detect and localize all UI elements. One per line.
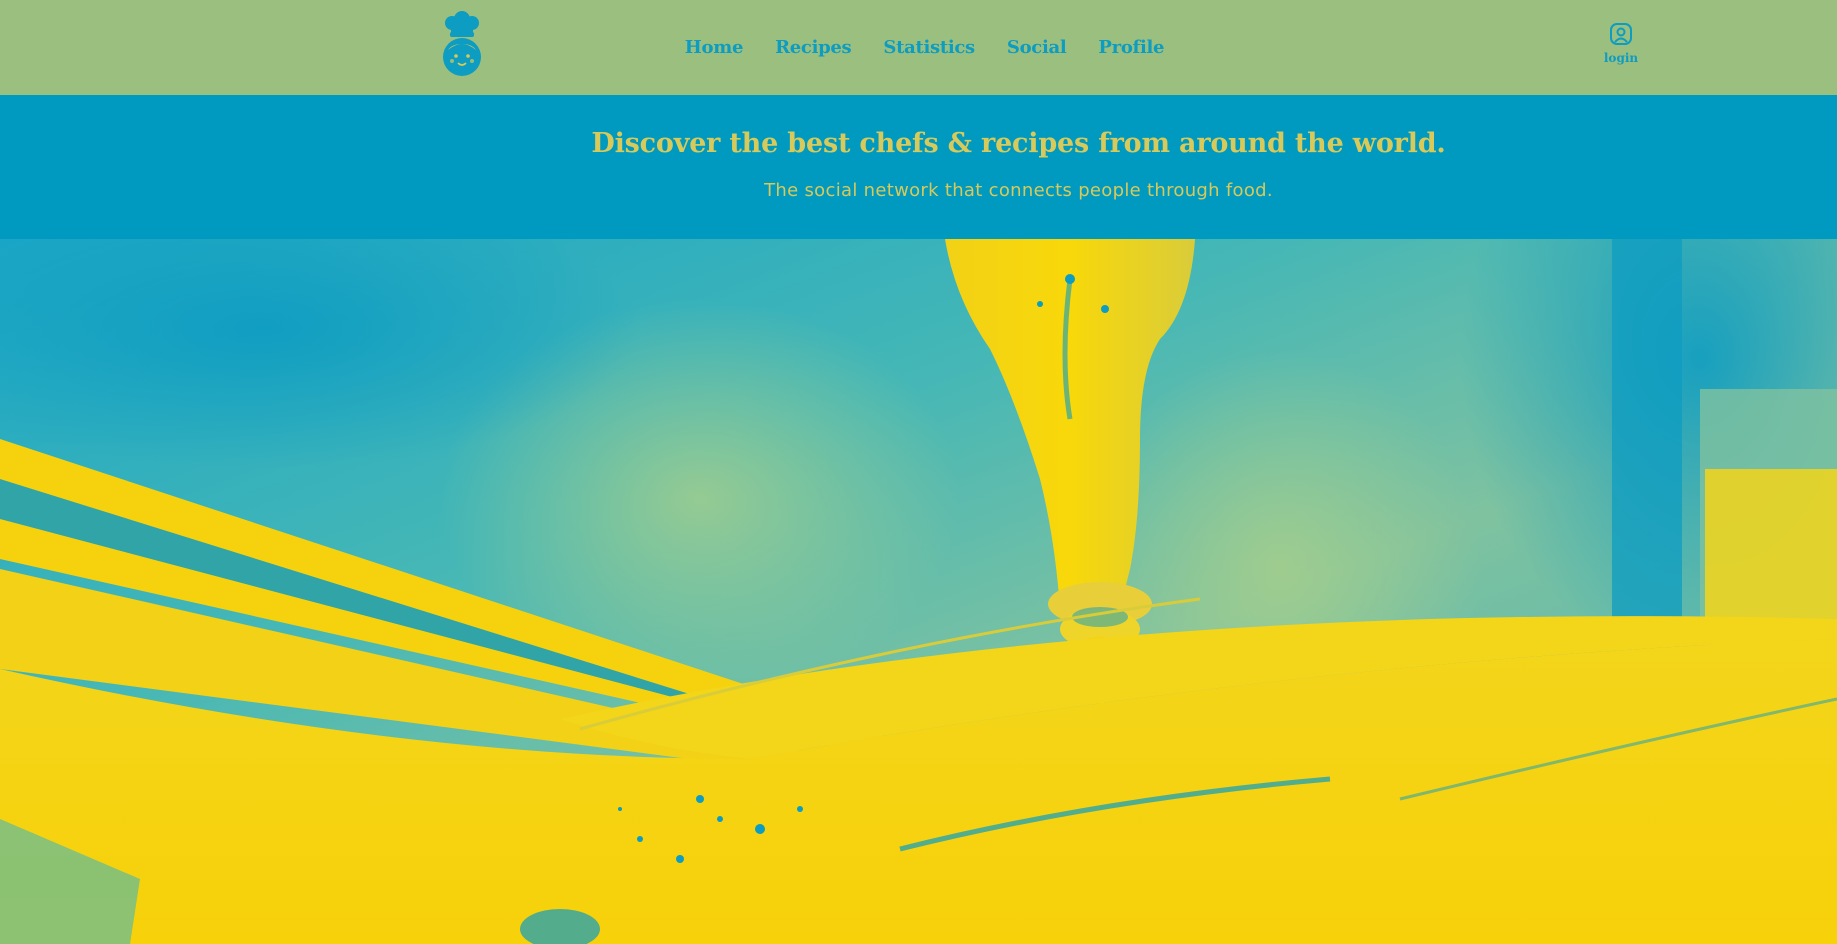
oil-pouring-photo xyxy=(0,239,1837,944)
main-nav: Home Recipes Statistics Social Profile xyxy=(0,0,1837,95)
nav-profile-link[interactable]: Profile xyxy=(1098,37,1164,58)
hero-title: Discover the best chefs & recipes from a… xyxy=(591,128,1446,159)
nav-statistics-link[interactable]: Statistics xyxy=(883,37,975,58)
hero-banner: Discover the best chefs & recipes from a… xyxy=(0,95,1837,239)
top-navbar: Home Recipes Statistics Social Profile l… xyxy=(0,0,1837,95)
login-label: login xyxy=(1603,51,1639,65)
nav-social-link[interactable]: Social xyxy=(1007,37,1067,58)
nav-home-link[interactable]: Home xyxy=(685,37,744,58)
hero-photo xyxy=(0,239,1837,944)
nav-recipes-link[interactable]: Recipes xyxy=(775,37,852,58)
user-icon xyxy=(1609,22,1633,50)
hero-subtitle: The social network that connects people … xyxy=(764,180,1273,201)
login-button[interactable]: login xyxy=(1598,22,1644,68)
